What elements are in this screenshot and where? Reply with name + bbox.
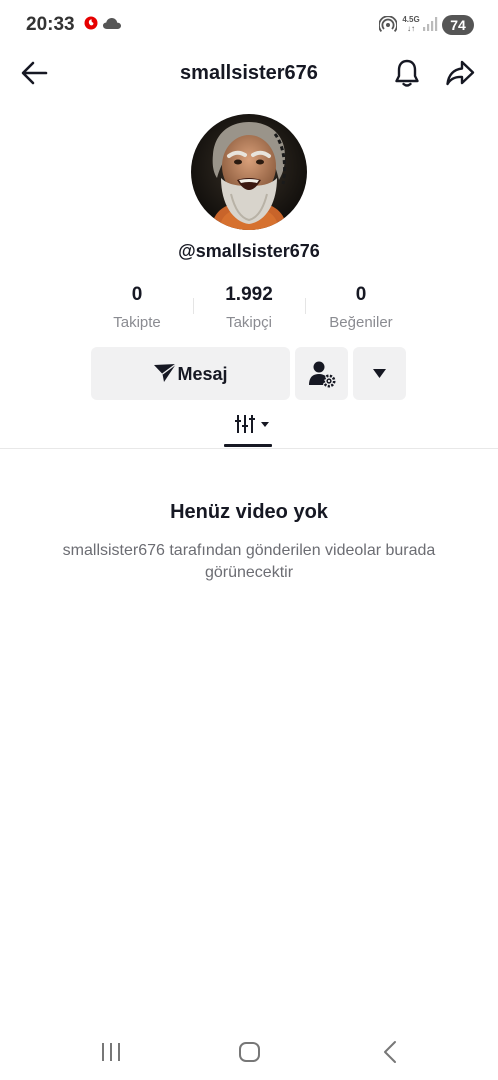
empty-state-title: Henüz video yok xyxy=(170,501,328,523)
followers-stat[interactable]: 1.992 Takipçi xyxy=(199,284,299,331)
system-back-button[interactable] xyxy=(380,1040,400,1064)
page-title: smallsister676 xyxy=(180,62,318,84)
following-stat[interactable]: 0 Takipte xyxy=(87,284,187,331)
tab-indicator xyxy=(224,444,272,447)
home-button[interactable] xyxy=(238,1041,262,1063)
more-options-button[interactable] xyxy=(353,347,406,400)
avatar[interactable] xyxy=(191,114,307,230)
network-type: 4.5G ↓↑ xyxy=(402,15,420,33)
likes-label: Beğeniler xyxy=(329,314,393,331)
likes-stat[interactable]: 0 Beğeniler xyxy=(311,284,411,331)
vodafone-icon xyxy=(84,16,98,30)
notification-button[interactable] xyxy=(392,57,422,89)
user-settings-button[interactable] xyxy=(295,347,348,400)
filter-tab[interactable] xyxy=(224,410,274,444)
user-gear-icon xyxy=(309,361,336,388)
empty-state-description: smallsister676 tarafından gönderilen vid… xyxy=(62,542,436,581)
cloud-icon xyxy=(103,18,121,29)
following-label: Takipte xyxy=(113,314,161,331)
hotspot-icon xyxy=(379,16,397,33)
filter-bars-icon xyxy=(235,415,269,433)
message-button[interactable]: Mesaj xyxy=(91,347,290,400)
tab-separator xyxy=(0,448,498,449)
followers-count: 1.992 xyxy=(225,284,273,305)
chevron-left-icon xyxy=(384,1041,396,1063)
bell-icon xyxy=(395,59,419,87)
signal-icon xyxy=(423,17,438,31)
stat-divider xyxy=(193,298,194,314)
triangle-down-icon xyxy=(373,369,386,378)
stat-divider xyxy=(305,298,306,314)
home-icon xyxy=(239,1042,260,1062)
followers-label: Takipçi xyxy=(226,314,272,331)
recents-button[interactable] xyxy=(99,1042,123,1062)
likes-count: 0 xyxy=(355,284,367,305)
battery-indicator: 74 xyxy=(442,15,474,35)
profile-header: smallsister676 xyxy=(0,50,498,96)
status-bar: 20:33 4.5G ↓↑ 74 xyxy=(0,0,498,50)
send-icon xyxy=(154,363,177,382)
message-label: Mesaj xyxy=(177,364,228,384)
profile-handle: @smallsister676 xyxy=(178,241,320,261)
share-button[interactable] xyxy=(444,57,476,89)
following-count: 0 xyxy=(131,284,143,305)
share-icon xyxy=(446,60,475,86)
recents-icon xyxy=(102,1043,120,1061)
status-time: 20:33 xyxy=(26,14,75,35)
